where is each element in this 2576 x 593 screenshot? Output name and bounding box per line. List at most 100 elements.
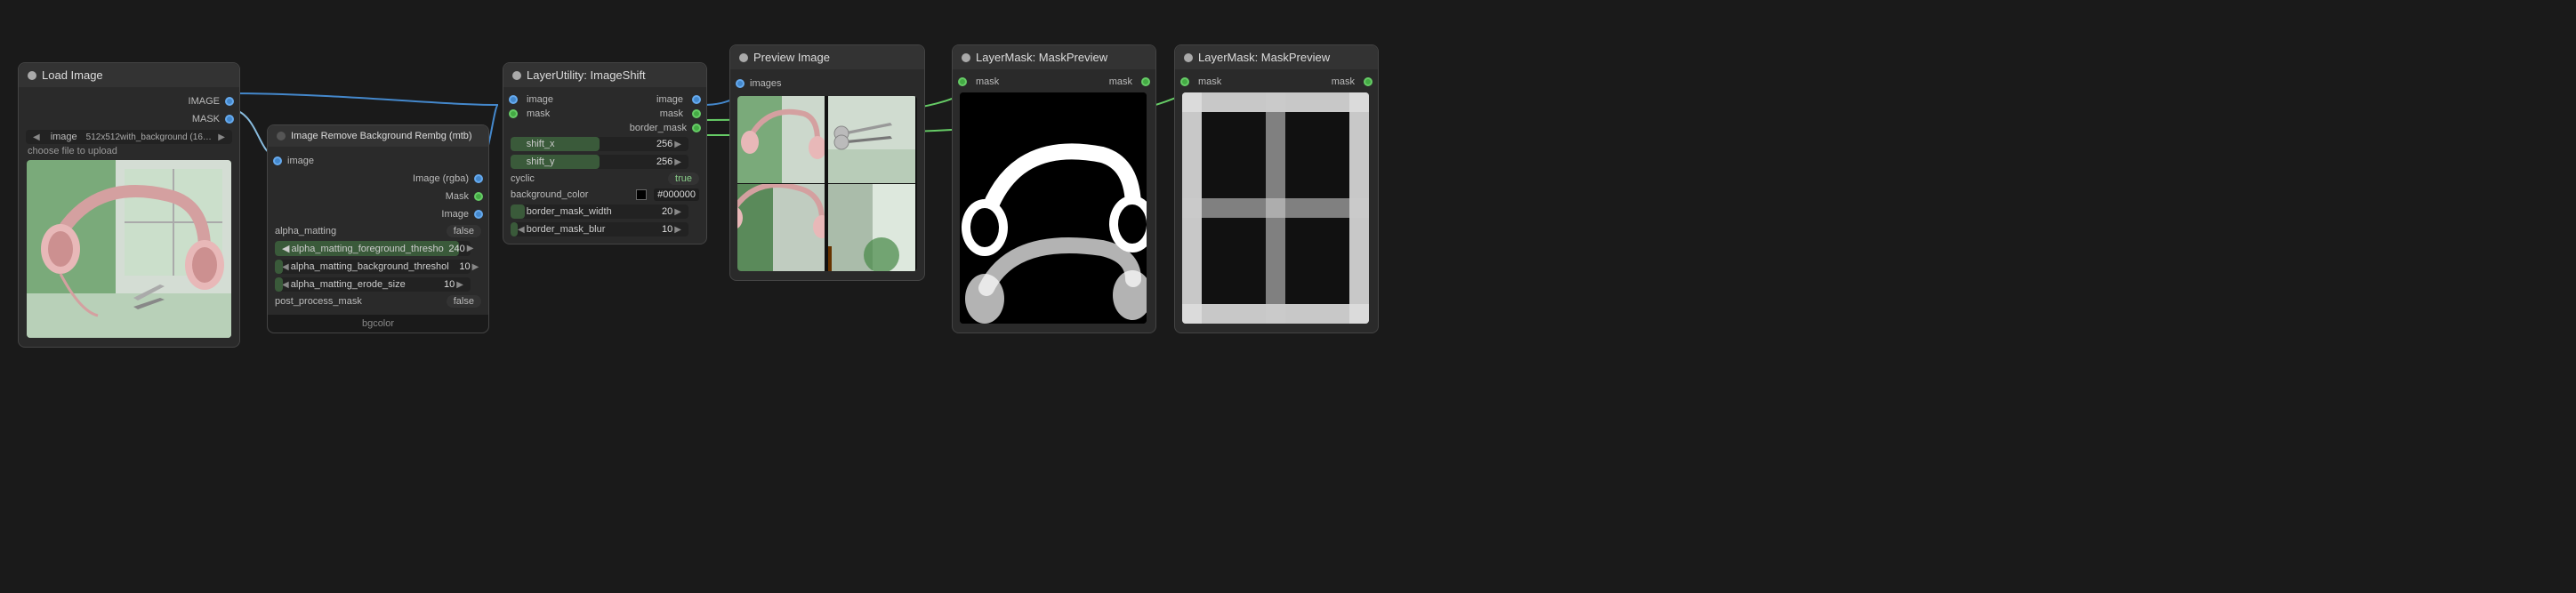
port-border-mask[interactable] xyxy=(692,124,701,132)
alpha-matting-value[interactable]: false xyxy=(447,225,481,237)
preview-image-node: Preview Image images xyxy=(729,44,925,281)
port-image-label: IMAGE xyxy=(183,96,225,107)
mask-preview2-port-in[interactable] xyxy=(1180,77,1189,86)
preview-cell-br xyxy=(828,184,915,271)
bg-color-row: background_color #000000 xyxy=(503,187,706,203)
preview-cell-bl xyxy=(737,184,825,271)
bg-color-swatch xyxy=(636,189,647,200)
load-image-status-dot xyxy=(28,71,36,80)
load-image-body: IMAGE MASK ◀ image 512x512with_backgroun… xyxy=(19,87,239,347)
shift-x-label: shift_x xyxy=(527,139,652,149)
mask-preview2-node: LayerMask: MaskPreview mask mask xyxy=(1174,44,1379,333)
port-images-label: images xyxy=(745,78,786,89)
port-mask-out3-label: mask xyxy=(655,108,688,119)
post-process-value[interactable]: false xyxy=(447,295,481,308)
node-canvas: Load Image IMAGE MASK ◀ image 512x512wit… xyxy=(0,0,2576,593)
choose-file-label[interactable]: choose file to upload xyxy=(28,146,230,156)
bg-color-value[interactable]: #000000 xyxy=(654,188,699,201)
port-mask-out2: Mask xyxy=(268,188,488,205)
mask-preview2-image xyxy=(1182,92,1369,324)
cyclic-label: cyclic xyxy=(511,173,664,184)
mask-preview1-svg xyxy=(960,92,1147,324)
port-image-connector[interactable] xyxy=(225,97,234,106)
alpha-matting-label: alpha_matting xyxy=(275,226,443,236)
shift-y-right[interactable]: ▶ xyxy=(672,157,683,167)
shift-y-row: ◀ shift_y 256 ▶ xyxy=(503,153,706,171)
remove-bg-body: image Image (rgba) Mask Image alpha_matt… xyxy=(268,147,488,315)
port-rgba-connector[interactable] xyxy=(474,174,483,183)
load-image-node: Load Image IMAGE MASK ◀ image 512x512wit… xyxy=(18,62,240,348)
fg-threshold-arrow-left[interactable]: ◀ xyxy=(280,243,291,254)
port-mask-out2-label: Mask xyxy=(440,191,474,202)
erode-slider[interactable]: ◀ alpha_matting_erode_size 10 ▶ xyxy=(275,277,471,292)
fg-threshold-slider[interactable]: ◀ alpha_matting_foreground_thresho 240 ▶ xyxy=(275,241,471,256)
mask-preview2-header: LayerMask: MaskPreview xyxy=(1175,45,1378,69)
border-width-slider[interactable]: ◀ border_mask_width 20 ▶ xyxy=(511,204,688,219)
border-width-right[interactable]: ▶ xyxy=(672,207,683,217)
port-image-in2[interactable] xyxy=(509,95,518,104)
erode-value: 10 xyxy=(433,279,455,290)
port-image2-connector[interactable] xyxy=(474,210,483,219)
port-mask-label: MASK xyxy=(187,114,225,124)
layer-utility-header: LayerUtility: ImageShift xyxy=(503,63,706,87)
fg-threshold-arrow-right[interactable]: ▶ xyxy=(465,244,476,253)
port-mask-in2-label: mask xyxy=(521,108,555,119)
load-image-header: Load Image xyxy=(19,63,239,87)
shift-x-value: 256 xyxy=(651,139,672,149)
file-next-btn[interactable]: ▶ xyxy=(216,132,227,142)
shift-x-right[interactable]: ▶ xyxy=(672,140,683,149)
shift-y-label: shift_y xyxy=(527,156,652,167)
layer-utility-status-dot xyxy=(512,71,521,80)
port-mask-connector[interactable] xyxy=(225,115,234,124)
mask-preview1-status-dot xyxy=(962,53,970,62)
layer-utility-node: LayerUtility: ImageShift image image mas… xyxy=(503,62,707,244)
border-width-row: ◀ border_mask_width 20 ▶ xyxy=(503,203,706,220)
port-mask-in2[interactable] xyxy=(509,109,518,118)
port-image-out: IMAGE xyxy=(19,92,239,110)
shift-y-slider[interactable]: ◀ shift_y 256 ▶ xyxy=(511,155,688,169)
port-image-out3[interactable] xyxy=(692,95,701,104)
mask-preview2-body: mask mask xyxy=(1175,69,1378,333)
remove-bg-node: Image Remove Background Rembg (mtb) imag… xyxy=(267,124,489,333)
mask-preview1-port-out-label: mask xyxy=(1104,76,1138,87)
load-image-title: Load Image xyxy=(42,68,103,82)
preview-cell-tl xyxy=(737,96,825,183)
border-blur-label: border_mask_blur xyxy=(527,224,652,235)
mask-preview1-image xyxy=(960,92,1147,324)
mask-preview2-port-out[interactable] xyxy=(1364,77,1373,86)
remove-bg-status-dot xyxy=(277,132,286,140)
shift-x-row: ◀ shift_x 256 ▶ xyxy=(503,135,706,153)
bg-threshold-slider[interactable]: ◀ alpha_matting_background_threshol 10 ▶ xyxy=(275,260,471,274)
mask-preview1-port-in-label: mask xyxy=(970,76,1004,87)
mask-preview1-title: LayerMask: MaskPreview xyxy=(976,51,1107,64)
port-image-out3-label: image xyxy=(651,94,688,105)
fg-threshold-value: 240 xyxy=(444,244,465,254)
mask-preview1-port-out[interactable] xyxy=(1141,77,1150,86)
port-image-in-connector[interactable] xyxy=(273,156,282,165)
preview-image-body: images xyxy=(730,69,924,280)
border-blur-slider[interactable]: ◀ border_mask_blur 10 ▶ xyxy=(511,222,688,236)
fg-threshold-label: alpha_matting_foreground_thresho xyxy=(291,244,443,254)
post-process-row: post_process_mask false xyxy=(268,293,488,309)
port-rgba-out: Image (rgba) xyxy=(268,170,488,188)
file-prev-btn[interactable]: ◀ xyxy=(31,132,42,142)
shift-x-slider[interactable]: ◀ shift_x 256 ▶ xyxy=(511,137,688,151)
file-selector-row[interactable]: ◀ image 512x512with_background (16).png … xyxy=(26,130,232,144)
border-width-label: border_mask_width xyxy=(527,206,652,217)
mask-preview2-status-dot xyxy=(1184,53,1193,62)
port-images-connector[interactable] xyxy=(736,79,745,88)
port-mask-out3[interactable] xyxy=(692,109,701,118)
erode-arrow-right[interactable]: ▶ xyxy=(455,280,465,290)
mask-preview1-header: LayerMask: MaskPreview xyxy=(953,45,1155,69)
fg-threshold-row: ◀ alpha_matting_foreground_thresho 240 ▶ xyxy=(268,239,488,258)
mask-preview2-port-in-label: mask xyxy=(1193,76,1227,87)
border-blur-right[interactable]: ▶ xyxy=(672,225,683,235)
port-mask2-connector[interactable] xyxy=(474,192,483,201)
layer-utility-body: image image mask mask border_mask xyxy=(503,87,706,244)
port-image-out2-label: Image xyxy=(436,209,474,220)
port-rgba-label: Image (rgba) xyxy=(407,173,474,184)
cyclic-value[interactable]: true xyxy=(668,172,699,185)
mask-preview1-port-in[interactable] xyxy=(958,77,967,86)
port-images-in: images xyxy=(730,75,924,92)
bg-threshold-arrow-right[interactable]: ▶ xyxy=(471,262,481,272)
